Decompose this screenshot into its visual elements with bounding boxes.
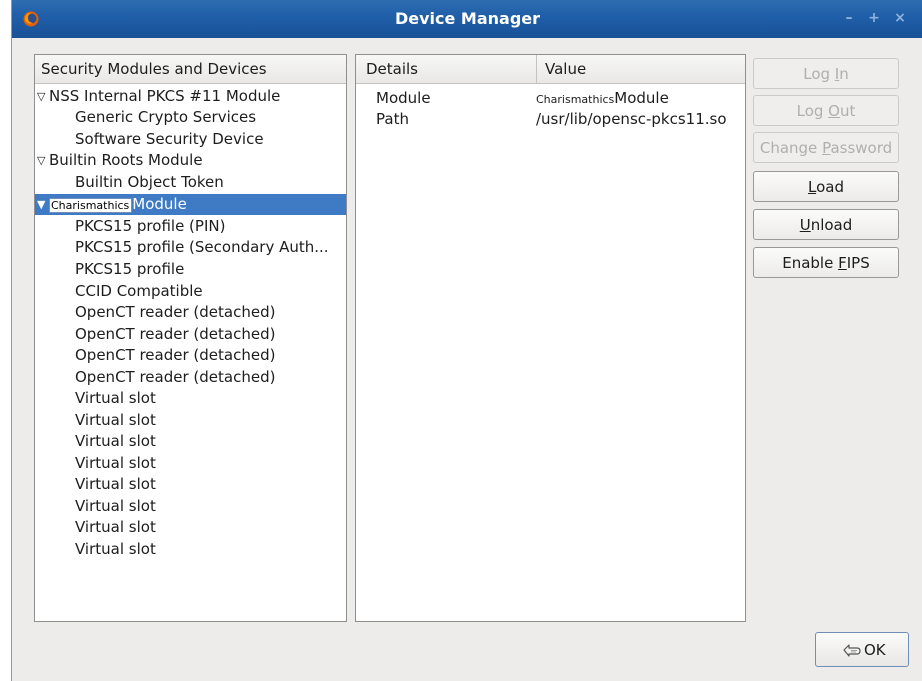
button-label: oad [816,178,844,196]
tree-item[interactable]: Virtual slot [35,474,346,495]
load-button[interactable]: Load [753,171,899,202]
detail-value-main: /usr/lib/opensc-pkcs11.so [536,110,727,128]
ok-label: OK [864,641,886,659]
change-password-button[interactable]: Change Password [753,132,899,163]
tree-item[interactable]: Virtual slot [35,431,346,452]
tree-item[interactable]: PKCS15 profile (PIN) [35,216,346,237]
button-mnemonic: O [828,102,840,120]
tree-column-header[interactable]: Security Modules and Devices [35,55,346,84]
desktop: Device Manager – + × Security Modules an… [0,0,922,681]
ok-button[interactable]: OK [815,632,909,667]
button-label: Log [796,102,829,120]
tree-item[interactable]: Virtual slot [35,388,346,409]
unload-button[interactable]: Unload [753,209,899,240]
button-mnemonic: U [799,216,811,234]
tree-module-label: Builtin Roots Module [49,151,203,169]
tree-item[interactable]: PKCS15 profile (Secondary Auth... [35,237,346,258]
tree-item[interactable]: Builtin Object Token [35,172,346,193]
detail-value: CharismathicsModule [536,88,669,110]
details-row-module[interactable]: Module CharismathicsModule [356,88,745,109]
window-title: Device Manager [394,9,541,28]
button-label: Enable [782,254,839,272]
tree-item[interactable]: Virtual slot [35,496,346,517]
details-table[interactable]: Details Value Module CharismathicsModule… [355,54,746,622]
expander-triangle-icon[interactable]: ▽ [37,150,49,171]
tree-item[interactable]: CCID Compatible [35,281,346,302]
details-column-header[interactable]: Details [356,55,536,84]
detail-value-main: Module [614,89,669,107]
button-label: ut [839,102,856,120]
maximize-icon[interactable]: + [863,7,885,29]
tree-item[interactable]: Virtual slot [35,517,346,538]
close-icon[interactable]: × [889,7,911,29]
tree-item[interactable]: OpenCT reader (detached) [35,367,346,388]
tree-item[interactable]: Generic Crypto Services [35,107,346,128]
tree-item[interactable]: OpenCT reader (detached) [35,324,346,345]
tree-module-builtin-roots[interactable]: ▽ Builtin Roots Module [35,150,346,171]
tree-item[interactable]: OpenCT reader (detached) [35,302,346,323]
tree-module-label: NSS Internal PKCS #11 Module [49,87,281,105]
detail-value: /usr/lib/opensc-pkcs11.so [536,109,727,130]
log-out-button[interactable]: Log Out [753,95,899,126]
tree-module-label-small: Charismathics [49,198,133,213]
ok-hand-icon [843,644,861,657]
minimize-icon[interactable]: – [838,7,860,29]
button-label: Log [803,65,835,83]
device-manager-window: Device Manager – + × Security Modules an… [11,0,922,681]
title-bar[interactable]: Device Manager – + × [12,0,922,38]
button-label: Change [759,139,823,157]
details-row-path[interactable]: Path /usr/lib/opensc-pkcs11.so [356,109,745,130]
button-label: assword [830,139,893,157]
security-modules-tree[interactable]: Security Modules and Devices ▽ NSS Intern… [34,54,347,622]
detail-value-small: Charismathics [536,93,615,106]
detail-label: Path [376,110,409,128]
expander-triangle-icon[interactable]: ▽ [37,86,49,107]
tree-module-nss-internal[interactable]: ▽ NSS Internal PKCS #11 Module [35,86,346,107]
button-mnemonic: F [838,254,847,272]
button-label: IPS [846,254,870,272]
button-label: nload [810,216,853,234]
detail-label: Module [376,89,431,107]
tree-item[interactable]: PKCS15 profile [35,259,346,280]
tree-item[interactable]: Software Security Device [35,129,346,150]
desktop-edge [0,0,11,681]
tree-module-charismathics[interactable]: ▼ Charismathics Module [35,194,346,215]
tree-item[interactable]: Virtual slot [35,410,346,431]
tree-module-label: Module [132,195,187,213]
button-label: n [839,65,849,83]
value-column-header[interactable]: Value [536,55,745,84]
expander-triangle-icon[interactable]: ▼ [37,194,49,215]
enable-fips-button[interactable]: Enable FIPS [753,247,899,278]
log-in-button[interactable]: Log In [753,58,899,89]
tree-item[interactable]: Virtual slot [35,539,346,560]
tree-item[interactable]: Virtual slot [35,453,346,474]
tree-item[interactable]: OpenCT reader (detached) [35,345,346,366]
button-mnemonic: L [808,178,817,196]
